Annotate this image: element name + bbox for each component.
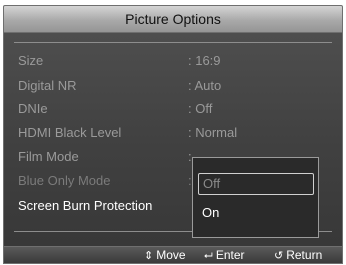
menu-item-label: HDMI Black Level bbox=[18, 125, 122, 140]
menu-item-label: Film Mode bbox=[18, 149, 79, 164]
enter-label: Enter bbox=[215, 248, 245, 262]
return-icon: ↺ bbox=[274, 250, 284, 262]
option-off[interactable]: Off bbox=[198, 173, 314, 195]
window-title: Picture Options bbox=[3, 5, 343, 33]
menu-item-value: : 16:9 bbox=[188, 53, 221, 68]
move-label: Move bbox=[156, 248, 186, 262]
up-down-arrows-icon: ⇕ bbox=[144, 250, 154, 262]
enter-icon: ⮠ bbox=[204, 250, 213, 262]
menu-item-label: Blue Only Mode bbox=[18, 173, 111, 188]
button-guide-bar: ⇕ Move ⮠ Enter ↺ Return bbox=[3, 246, 343, 264]
return-label: Return bbox=[286, 248, 323, 262]
return-hint: ↺ Return bbox=[274, 247, 322, 264]
menu-item-value: : Auto bbox=[188, 78, 222, 93]
menu-item-label: Screen Burn Protection bbox=[18, 198, 153, 213]
enter-hint: ⮠ Enter bbox=[204, 247, 245, 264]
picture-options-osd: Picture Options Size : 16:9 Digital NR :… bbox=[0, 0, 346, 265]
menu-item-label: Digital NR bbox=[18, 78, 77, 93]
menu-item-label: Size bbox=[18, 53, 44, 68]
move-hint: ⇕ Move bbox=[144, 247, 186, 264]
menu-item-value: : Normal bbox=[188, 125, 238, 140]
option-dropdown[interactable]: Off On bbox=[192, 157, 319, 238]
top-divider bbox=[14, 42, 332, 43]
menu-item-value: : Off bbox=[188, 101, 213, 116]
option-on[interactable]: On bbox=[202, 204, 219, 222]
menu-item-label: DNIe bbox=[18, 101, 48, 116]
